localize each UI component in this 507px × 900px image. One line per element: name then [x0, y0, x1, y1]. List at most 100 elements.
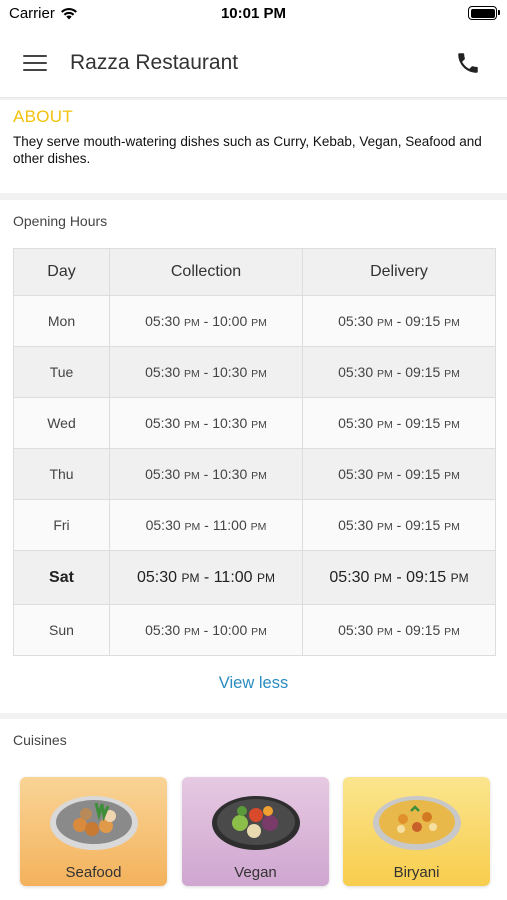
time-ampm: PM: [184, 470, 200, 482]
cuisine-card-biryani[interactable]: Biryani: [343, 777, 490, 886]
cell-day: Mon: [13, 295, 110, 347]
cell-delivery-hours: 05:30 PM - 09:15 PM: [302, 550, 496, 605]
time-ampm: PM: [251, 317, 267, 329]
time-value: 05:30: [338, 415, 374, 431]
cuisine-label-seafood: Seafood: [65, 864, 122, 881]
time-value: 09:15: [405, 517, 441, 533]
time-ampm: PM: [257, 570, 276, 585]
cell-day: Wed: [13, 397, 110, 449]
time-value: 05:30: [136, 568, 178, 586]
battery-icon: [468, 6, 500, 20]
table-row: Wed 05:30 PM - 10:30 PM 05:30 PM - 09:15 P…: [13, 397, 496, 449]
cell-collection-hours: 05:30 PM - 10:30 PM: [109, 397, 303, 449]
column-header-day: Day: [13, 248, 110, 296]
hamburger-menu-icon[interactable]: [23, 53, 47, 73]
cell-delivery-hours: 05:30 PM - 09:15 PM: [302, 397, 496, 449]
time-ampm: PM: [450, 570, 469, 585]
cell-delivery-hours: 05:30 PM - 09:15 PM: [302, 448, 496, 500]
table-row: Fri 05:30 PM - 11:00 PM 05:30 PM - 09:15 P…: [13, 499, 496, 551]
time-ampm: PM: [250, 521, 267, 533]
time-value: 05:30: [338, 466, 374, 482]
time-ampm: PM: [377, 368, 393, 380]
time-value: 05:30: [145, 622, 181, 638]
time-value: 05:30: [145, 466, 181, 482]
cell-day: Thu: [13, 448, 110, 500]
opening-hours-heading: Opening Hours: [13, 213, 108, 229]
time-value: 09:15: [405, 622, 441, 638]
time-value: 05:30: [329, 568, 370, 586]
about-heading: ABOUT: [13, 107, 74, 126]
time-value: 10:30: [212, 466, 248, 482]
cell-day: Sun: [13, 604, 110, 656]
time-value: 09:15: [405, 364, 441, 380]
about-section: ABOUT They serve mouth-watering dishes s…: [0, 100, 507, 193]
time-value: 09:15: [405, 466, 441, 482]
cell-collection-hours: 05:30 PM - 11:00 PM: [109, 550, 303, 605]
cell-delivery-hours: 05:30 PM - 09:15 PM: [302, 295, 496, 347]
status-bar: Carrier 10:01 PM: [0, 0, 507, 28]
time-value: 10:30: [212, 364, 248, 380]
navigation-bar: Razza Restaurant: [0, 28, 507, 98]
time-ampm: PM: [251, 419, 267, 431]
cuisine-card-seafood[interactable]: Seafood: [20, 777, 167, 886]
time-value: 05:30: [338, 313, 374, 329]
time-value: 11:00: [212, 517, 247, 533]
time-ampm: PM: [181, 570, 200, 585]
time-value: 09:15: [406, 568, 447, 586]
column-header-delivery: Delivery: [302, 248, 496, 296]
time-value: 09:15: [405, 415, 441, 431]
cell-delivery-hours: 05:30 PM - 09:15 PM: [302, 346, 496, 398]
cell-collection-hours: 05:30 PM - 10:00 PM: [109, 295, 303, 347]
time-ampm: PM: [444, 470, 460, 482]
cuisines-section: Cuisines Seafood Vegan Biryani: [0, 719, 507, 900]
time-ampm: PM: [444, 317, 460, 329]
cuisine-label-vegan: Vegan: [234, 864, 277, 881]
biryani-dish-icon: [372, 796, 461, 850]
table-row: Tue 05:30 PM - 10:30 PM 05:30 PM - 09:15 P…: [13, 346, 496, 398]
cell-delivery-hours: 05:30 PM - 09:15 PM: [302, 499, 496, 551]
cuisine-card-vegan[interactable]: Vegan: [182, 777, 329, 886]
table-row: Sun 05:30 PM - 10:00 PM 05:30 PM - 09:15 P…: [13, 604, 496, 656]
table-row: Sat 05:30 PM - 11:00 PM 05:30 PM - 09:15 P…: [13, 550, 496, 605]
time-ampm: PM: [251, 470, 267, 482]
time-ampm: PM: [251, 626, 267, 638]
time-value: 05:30: [338, 517, 374, 533]
time-ampm: PM: [377, 521, 393, 533]
opening-hours-section: Opening Hours Day Collection Delivery Mo…: [0, 200, 507, 713]
column-header-collection: Collection: [109, 248, 303, 296]
page-title: Razza Restaurant: [70, 51, 239, 74]
cell-collection-hours: 05:30 PM - 11:00 PM: [109, 499, 303, 551]
time-value: 05:30: [338, 364, 374, 380]
vegan-dish-icon: [211, 796, 300, 850]
seafood-dish-icon: [49, 796, 138, 850]
cell-collection-hours: 05:30 PM - 10:00 PM: [109, 604, 303, 656]
cuisines-heading: Cuisines: [13, 732, 67, 748]
opening-hours-table: Day Collection Delivery Mon 05:30 PM - 10…: [13, 248, 496, 656]
time-value: 10:30: [212, 415, 248, 431]
time-ampm: PM: [251, 368, 267, 380]
view-less-link[interactable]: View less: [0, 674, 507, 693]
time-value: 11:00: [213, 568, 253, 586]
time-ampm: PM: [444, 626, 460, 638]
time-ampm: PM: [377, 470, 393, 482]
cell-day: Fri: [13, 499, 110, 551]
time-ampm: PM: [184, 368, 200, 380]
time-value: 10:00: [212, 622, 248, 638]
status-time: 10:01 PM: [220, 5, 287, 22]
phone-icon[interactable]: [455, 50, 481, 76]
time-ampm: PM: [373, 570, 392, 585]
cell-collection-hours: 05:30 PM - 10:30 PM: [109, 448, 303, 500]
time-value: 05:30: [145, 415, 181, 431]
time-ampm: PM: [377, 419, 393, 431]
time-ampm: PM: [184, 521, 201, 533]
time-ampm: PM: [444, 368, 460, 380]
time-value: 09:15: [405, 313, 441, 329]
cell-collection-hours: 05:30 PM - 10:30 PM: [109, 346, 303, 398]
table-header-row: Day Collection Delivery: [13, 248, 496, 296]
time-ampm: PM: [184, 317, 200, 329]
about-text: They serve mouth-watering dishes such as…: [13, 134, 482, 166]
cell-day: Sat: [13, 550, 110, 605]
time-value: 05:30: [145, 313, 181, 329]
cell-delivery-hours: 05:30 PM - 09:15 PM: [302, 604, 496, 656]
time-ampm: PM: [444, 521, 460, 533]
